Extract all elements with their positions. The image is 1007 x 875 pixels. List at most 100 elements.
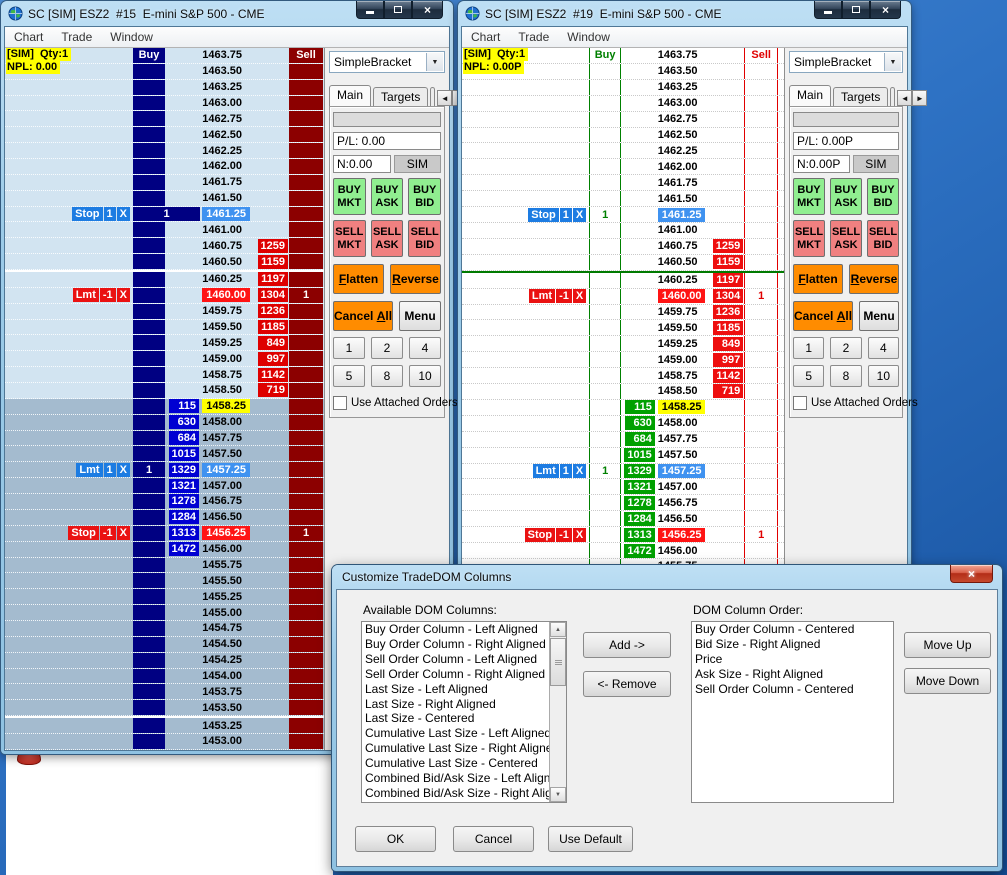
price-cell[interactable]: 1455.75 <box>200 558 252 573</box>
sell-order-cell[interactable] <box>744 80 778 95</box>
buy-order-cell[interactable] <box>589 527 621 542</box>
price-cell[interactable]: 1456.25 <box>200 526 252 541</box>
buy-order-cell[interactable] <box>133 367 165 382</box>
bid-size[interactable]: 1321 <box>169 479 199 493</box>
price-cell[interactable]: 1463.75 <box>200 48 252 63</box>
sell-order-cell[interactable] <box>289 684 323 699</box>
bid-size-cell[interactable]: 1321 <box>621 479 656 494</box>
price-cell[interactable]: 1454.50 <box>200 637 252 652</box>
bid-size-cell[interactable] <box>165 718 200 733</box>
price-cell[interactable]: 1459.75 <box>200 304 252 319</box>
bid-size-cell[interactable] <box>621 191 656 206</box>
price-cell[interactable]: 1454.00 <box>200 669 252 684</box>
bid-size-cell[interactable] <box>165 621 200 636</box>
sell-order-cell[interactable] <box>744 448 778 463</box>
buy-order-cell[interactable] <box>133 734 165 749</box>
price-cell[interactable]: 1453.50 <box>200 700 252 715</box>
price-value[interactable]: 1456.00 <box>658 545 708 557</box>
price-cell[interactable]: 1459.50 <box>200 320 252 335</box>
price-value[interactable]: 1459.00 <box>658 354 708 366</box>
buy-order-cell[interactable] <box>133 320 165 335</box>
sell-order-cell[interactable] <box>289 399 323 414</box>
price-value[interactable]: 1453.50 <box>202 702 252 714</box>
sell-ask-button[interactable]: SELLASK <box>830 220 862 257</box>
buy-order-cell[interactable] <box>589 273 621 288</box>
bid-size[interactable]: 1015 <box>169 447 199 461</box>
use-attached-orders-checkbox[interactable]: Use Attached Orders <box>333 396 441 410</box>
bid-size-cell[interactable] <box>621 239 656 254</box>
ask-size-cell[interactable] <box>252 207 289 222</box>
sell-order-cell[interactable] <box>744 368 778 383</box>
order-tag-type[interactable]: Stop <box>68 526 98 540</box>
price-value[interactable]: 1459.00 <box>202 353 252 365</box>
cancel-all-button[interactable]: Cancel All <box>333 301 393 331</box>
order-tag-type[interactable]: Stop <box>528 208 558 222</box>
move-up-button[interactable]: Move Up <box>904 632 991 658</box>
ask-size-cell[interactable] <box>707 511 744 526</box>
sell-order-cell[interactable] <box>289 734 323 749</box>
ask-size-cell[interactable]: 849 <box>252 335 289 350</box>
buy-order-cell[interactable] <box>589 64 621 79</box>
ask-size-cell[interactable] <box>707 400 744 415</box>
bid-size-cell[interactable] <box>621 223 656 238</box>
bid-size-cell[interactable] <box>621 305 656 320</box>
bid-size-cell[interactable] <box>165 96 200 111</box>
qty-5-button[interactable]: 5 <box>333 365 365 387</box>
ask-size-cell[interactable] <box>707 112 744 127</box>
bid-size[interactable]: 1329 <box>624 464 654 478</box>
price-value[interactable]: 1462.00 <box>202 160 252 172</box>
sell-column-header[interactable]: Sell <box>744 48 778 63</box>
price-cell[interactable]: 1460.00 <box>200 288 252 303</box>
buy-order-cell[interactable] <box>589 511 621 526</box>
price-cell[interactable]: 1462.25 <box>200 143 252 158</box>
sell-order-cell[interactable] <box>744 175 778 190</box>
buy-order-cell[interactable] <box>133 96 165 111</box>
order-tag[interactable]: Stop-1X <box>525 528 587 542</box>
price-cell[interactable]: 1454.25 <box>200 653 252 668</box>
cancel-order-button[interactable]: X <box>573 289 586 303</box>
ask-size-cell[interactable]: 719 <box>252 383 289 398</box>
price-cell[interactable]: 1463.50 <box>200 64 252 79</box>
price-value[interactable]: 1458.00 <box>658 417 708 429</box>
order-tag-type[interactable]: Lmt <box>529 289 555 303</box>
price-cell[interactable]: 1459.25 <box>200 335 252 350</box>
sell-order-cell[interactable] <box>289 718 323 733</box>
price-cell[interactable]: 1453.00 <box>200 734 252 749</box>
price-cell[interactable]: 1455.25 <box>200 589 252 604</box>
bid-size-cell[interactable] <box>621 384 656 399</box>
price-cell[interactable]: 1461.75 <box>200 175 252 190</box>
ask-size-cell[interactable] <box>707 191 744 206</box>
checkbox-icon[interactable] <box>333 396 347 410</box>
buy-order-cell[interactable] <box>589 479 621 494</box>
bid-size-cell[interactable]: 1329 <box>621 464 656 479</box>
bid-size-cell[interactable] <box>165 48 200 63</box>
ask-size-cell[interactable] <box>707 128 744 143</box>
menu-chart[interactable]: Chart <box>5 28 52 46</box>
sell-order-cell[interactable] <box>289 621 323 636</box>
ask-size-cell[interactable] <box>252 589 289 604</box>
ask-size-cell[interactable] <box>252 653 289 668</box>
bid-size-cell[interactable] <box>621 64 656 79</box>
price-cell[interactable]: 1453.25 <box>200 718 252 733</box>
price-cell[interactable]: 1459.00 <box>200 351 252 366</box>
bid-size[interactable]: 115 <box>625 400 655 414</box>
price-cell[interactable]: 1463.75 <box>656 48 708 63</box>
buy-order-cell[interactable] <box>133 238 165 253</box>
bid-size[interactable]: 630 <box>169 415 199 429</box>
price-cell[interactable]: 1456.00 <box>656 543 708 558</box>
price-value[interactable]: 1462.75 <box>658 113 708 125</box>
buy-order-cell[interactable] <box>133 478 165 493</box>
last-trade-price[interactable]: 1458.25 <box>658 400 706 414</box>
buy-order-cell[interactable] <box>589 368 621 383</box>
price-value[interactable]: 1454.00 <box>202 670 252 682</box>
price-cell[interactable]: 1458.00 <box>656 416 708 431</box>
price-value[interactable]: 1459.50 <box>658 322 708 334</box>
bid-size-cell[interactable] <box>621 273 656 288</box>
price-cell[interactable]: 1457.00 <box>656 479 708 494</box>
price-cell[interactable]: 1457.50 <box>200 446 252 461</box>
price-value[interactable]: 1454.50 <box>202 638 252 650</box>
buy-order-cell[interactable] <box>133 127 165 142</box>
price-cell[interactable]: 1461.75 <box>656 175 708 190</box>
price-cell[interactable]: 1457.75 <box>656 432 708 447</box>
bid-size[interactable]: 684 <box>625 432 655 446</box>
